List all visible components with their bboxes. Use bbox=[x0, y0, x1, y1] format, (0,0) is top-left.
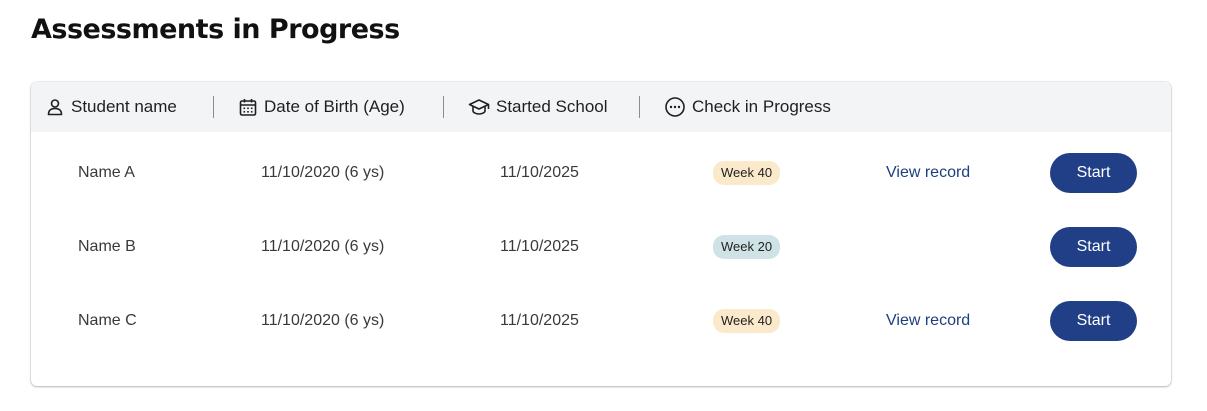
week-badge: Week 40 bbox=[713, 309, 781, 333]
graduation-cap-icon bbox=[468, 97, 490, 117]
column-header-label: Check in Progress bbox=[692, 97, 831, 116]
start-button[interactable]: Start bbox=[1050, 227, 1137, 267]
view-record-link[interactable]: View record bbox=[886, 312, 970, 330]
started-school-date: 11/10/2025 bbox=[500, 312, 579, 329]
start-cell: Start bbox=[1050, 136, 1137, 210]
header-divider bbox=[213, 96, 214, 118]
column-header-student-name[interactable]: Student name bbox=[45, 82, 177, 132]
view-record-link[interactable]: View record bbox=[886, 164, 970, 182]
week-badge: Week 40 bbox=[713, 161, 781, 185]
week-badge-cell: Week 40 bbox=[713, 136, 781, 210]
week-badge-cell: Week 20 bbox=[713, 210, 781, 284]
table-row: Name C 11/10/2020 (6 ys) 11/10/2025 Week… bbox=[31, 284, 1171, 358]
more-horizontal-circle-icon bbox=[664, 96, 686, 118]
view-record-cell: View record bbox=[886, 284, 970, 358]
date-of-birth: 11/10/2020 (6 ys) bbox=[261, 164, 385, 181]
date-of-birth: 11/10/2020 (6 ys) bbox=[261, 312, 385, 329]
column-header-label: Student name bbox=[71, 97, 177, 116]
column-header-label: Started School bbox=[496, 97, 608, 116]
table-row: Name B 11/10/2020 (6 ys) 11/10/2025 Week… bbox=[31, 210, 1171, 284]
student-name: Name A bbox=[78, 164, 135, 181]
page-title: Assessments in Progress bbox=[31, 14, 400, 45]
table-header: Student name Date of Birth (Age) Started… bbox=[31, 82, 1171, 132]
date-of-birth: 11/10/2020 (6 ys) bbox=[261, 238, 385, 255]
start-cell: Start bbox=[1050, 210, 1137, 284]
week-badge: Week 20 bbox=[713, 235, 781, 259]
week-badge-cell: Week 40 bbox=[713, 284, 781, 358]
view-record-cell: View record bbox=[886, 136, 970, 210]
column-header-label: Date of Birth (Age) bbox=[264, 97, 405, 116]
header-divider bbox=[639, 96, 640, 118]
header-divider bbox=[443, 96, 444, 118]
student-name: Name C bbox=[78, 312, 137, 329]
assessments-table: Student name Date of Birth (Age) Started… bbox=[31, 82, 1171, 386]
table-row: Name A 11/10/2020 (6 ys) 11/10/2025 Week… bbox=[31, 136, 1171, 210]
column-header-date-of-birth[interactable]: Date of Birth (Age) bbox=[238, 82, 405, 132]
start-cell: Start bbox=[1050, 284, 1137, 358]
column-header-check-in-progress[interactable]: Check in Progress bbox=[664, 82, 831, 132]
start-button[interactable]: Start bbox=[1050, 301, 1137, 341]
student-name: Name B bbox=[78, 238, 136, 255]
calendar-icon bbox=[238, 97, 258, 117]
started-school-date: 11/10/2025 bbox=[500, 238, 579, 255]
person-icon bbox=[45, 97, 65, 117]
started-school-date: 11/10/2025 bbox=[500, 164, 579, 181]
start-button[interactable]: Start bbox=[1050, 153, 1137, 193]
column-header-started-school[interactable]: Started School bbox=[468, 82, 608, 132]
